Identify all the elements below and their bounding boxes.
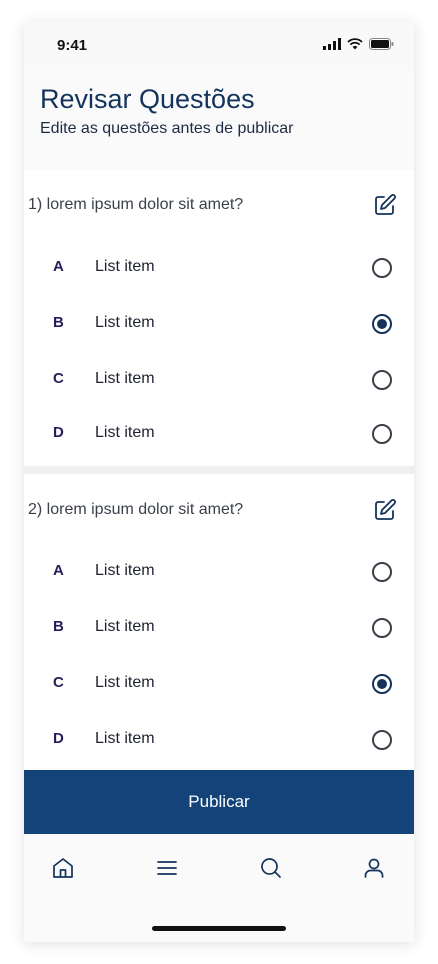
option-radio[interactable] (372, 618, 392, 638)
option-letter: B (53, 618, 64, 635)
home-indicator (152, 926, 286, 931)
option-a[interactable]: A List item (24, 544, 414, 600)
option-label: List item (95, 618, 155, 635)
question-text: 1) lorem ipsum dolor sit amet? (28, 196, 244, 213)
option-c[interactable]: C List item (24, 656, 414, 712)
page-title: Revisar Questões (40, 84, 255, 114)
option-d[interactable]: D List item (24, 406, 414, 462)
tab-search[interactable] (257, 854, 285, 882)
option-radio[interactable] (372, 370, 392, 390)
question-card: 2) lorem ipsum dolor sit amet? A List it… (24, 474, 414, 770)
option-letter: C (53, 674, 64, 691)
option-letter: D (53, 730, 64, 747)
status-icons (323, 38, 394, 50)
option-radio-selected[interactable] (372, 314, 392, 334)
question-card: 1) lorem ipsum dolor sit amet? A List it… (24, 170, 414, 466)
option-letter: B (53, 314, 64, 331)
publish-button[interactable]: Publicar (24, 770, 414, 834)
option-radio[interactable] (372, 562, 392, 582)
edit-question-button[interactable] (372, 192, 398, 218)
signal-icon (323, 38, 341, 50)
profile-icon (364, 858, 384, 878)
option-b[interactable]: B List item (24, 296, 414, 352)
edit-icon (375, 499, 396, 520)
option-radio[interactable] (372, 424, 392, 444)
tab-menu[interactable] (153, 854, 181, 882)
tab-profile[interactable] (360, 854, 388, 882)
option-radio[interactable] (372, 258, 392, 278)
phone-screen: 9:41 Revisar Questões Edite as questões … (24, 22, 414, 942)
option-label: List item (95, 674, 155, 691)
option-label: List item (95, 730, 155, 747)
wifi-icon (347, 38, 363, 50)
option-label: List item (95, 562, 155, 579)
page-subtitle: Edite as questões antes de publicar (40, 120, 294, 137)
option-c[interactable]: C List item (24, 352, 414, 408)
option-b[interactable]: B List item (24, 600, 414, 656)
tab-home[interactable] (49, 854, 77, 882)
option-a[interactable]: A List item (24, 240, 414, 296)
status-time: 9:41 (57, 37, 88, 54)
option-letter: C (53, 370, 64, 387)
option-label: List item (95, 370, 155, 387)
option-letter: A (53, 562, 64, 579)
option-label: List item (95, 258, 155, 275)
question-text: 2) lorem ipsum dolor sit amet? (28, 501, 244, 518)
page-header: Revisar Questões Edite as questões antes… (24, 78, 414, 170)
edit-question-button[interactable] (372, 497, 398, 523)
option-radio[interactable] (372, 730, 392, 750)
menu-icon (157, 861, 177, 875)
home-icon (53, 858, 73, 878)
battery-icon (369, 38, 394, 50)
option-letter: D (53, 424, 64, 441)
section-divider (24, 466, 414, 474)
option-radio-selected[interactable] (372, 674, 392, 694)
option-letter: A (53, 258, 64, 275)
status-bar: 9:41 (24, 22, 414, 70)
option-d[interactable]: D List item (24, 712, 414, 768)
search-icon (261, 858, 281, 878)
option-label: List item (95, 314, 155, 331)
edit-icon (375, 194, 396, 215)
option-label: List item (95, 424, 155, 441)
